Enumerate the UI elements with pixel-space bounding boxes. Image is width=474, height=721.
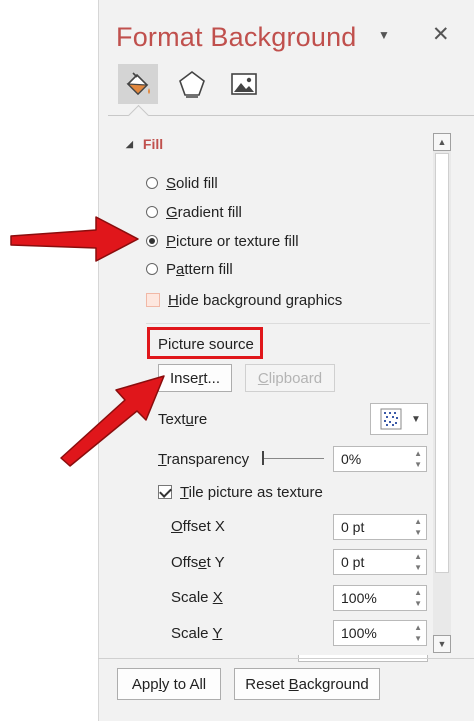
annotation-arrows	[10, 216, 165, 467]
arrow-to-picture-fill	[10, 216, 139, 262]
arrow-to-insert-button	[60, 375, 165, 467]
